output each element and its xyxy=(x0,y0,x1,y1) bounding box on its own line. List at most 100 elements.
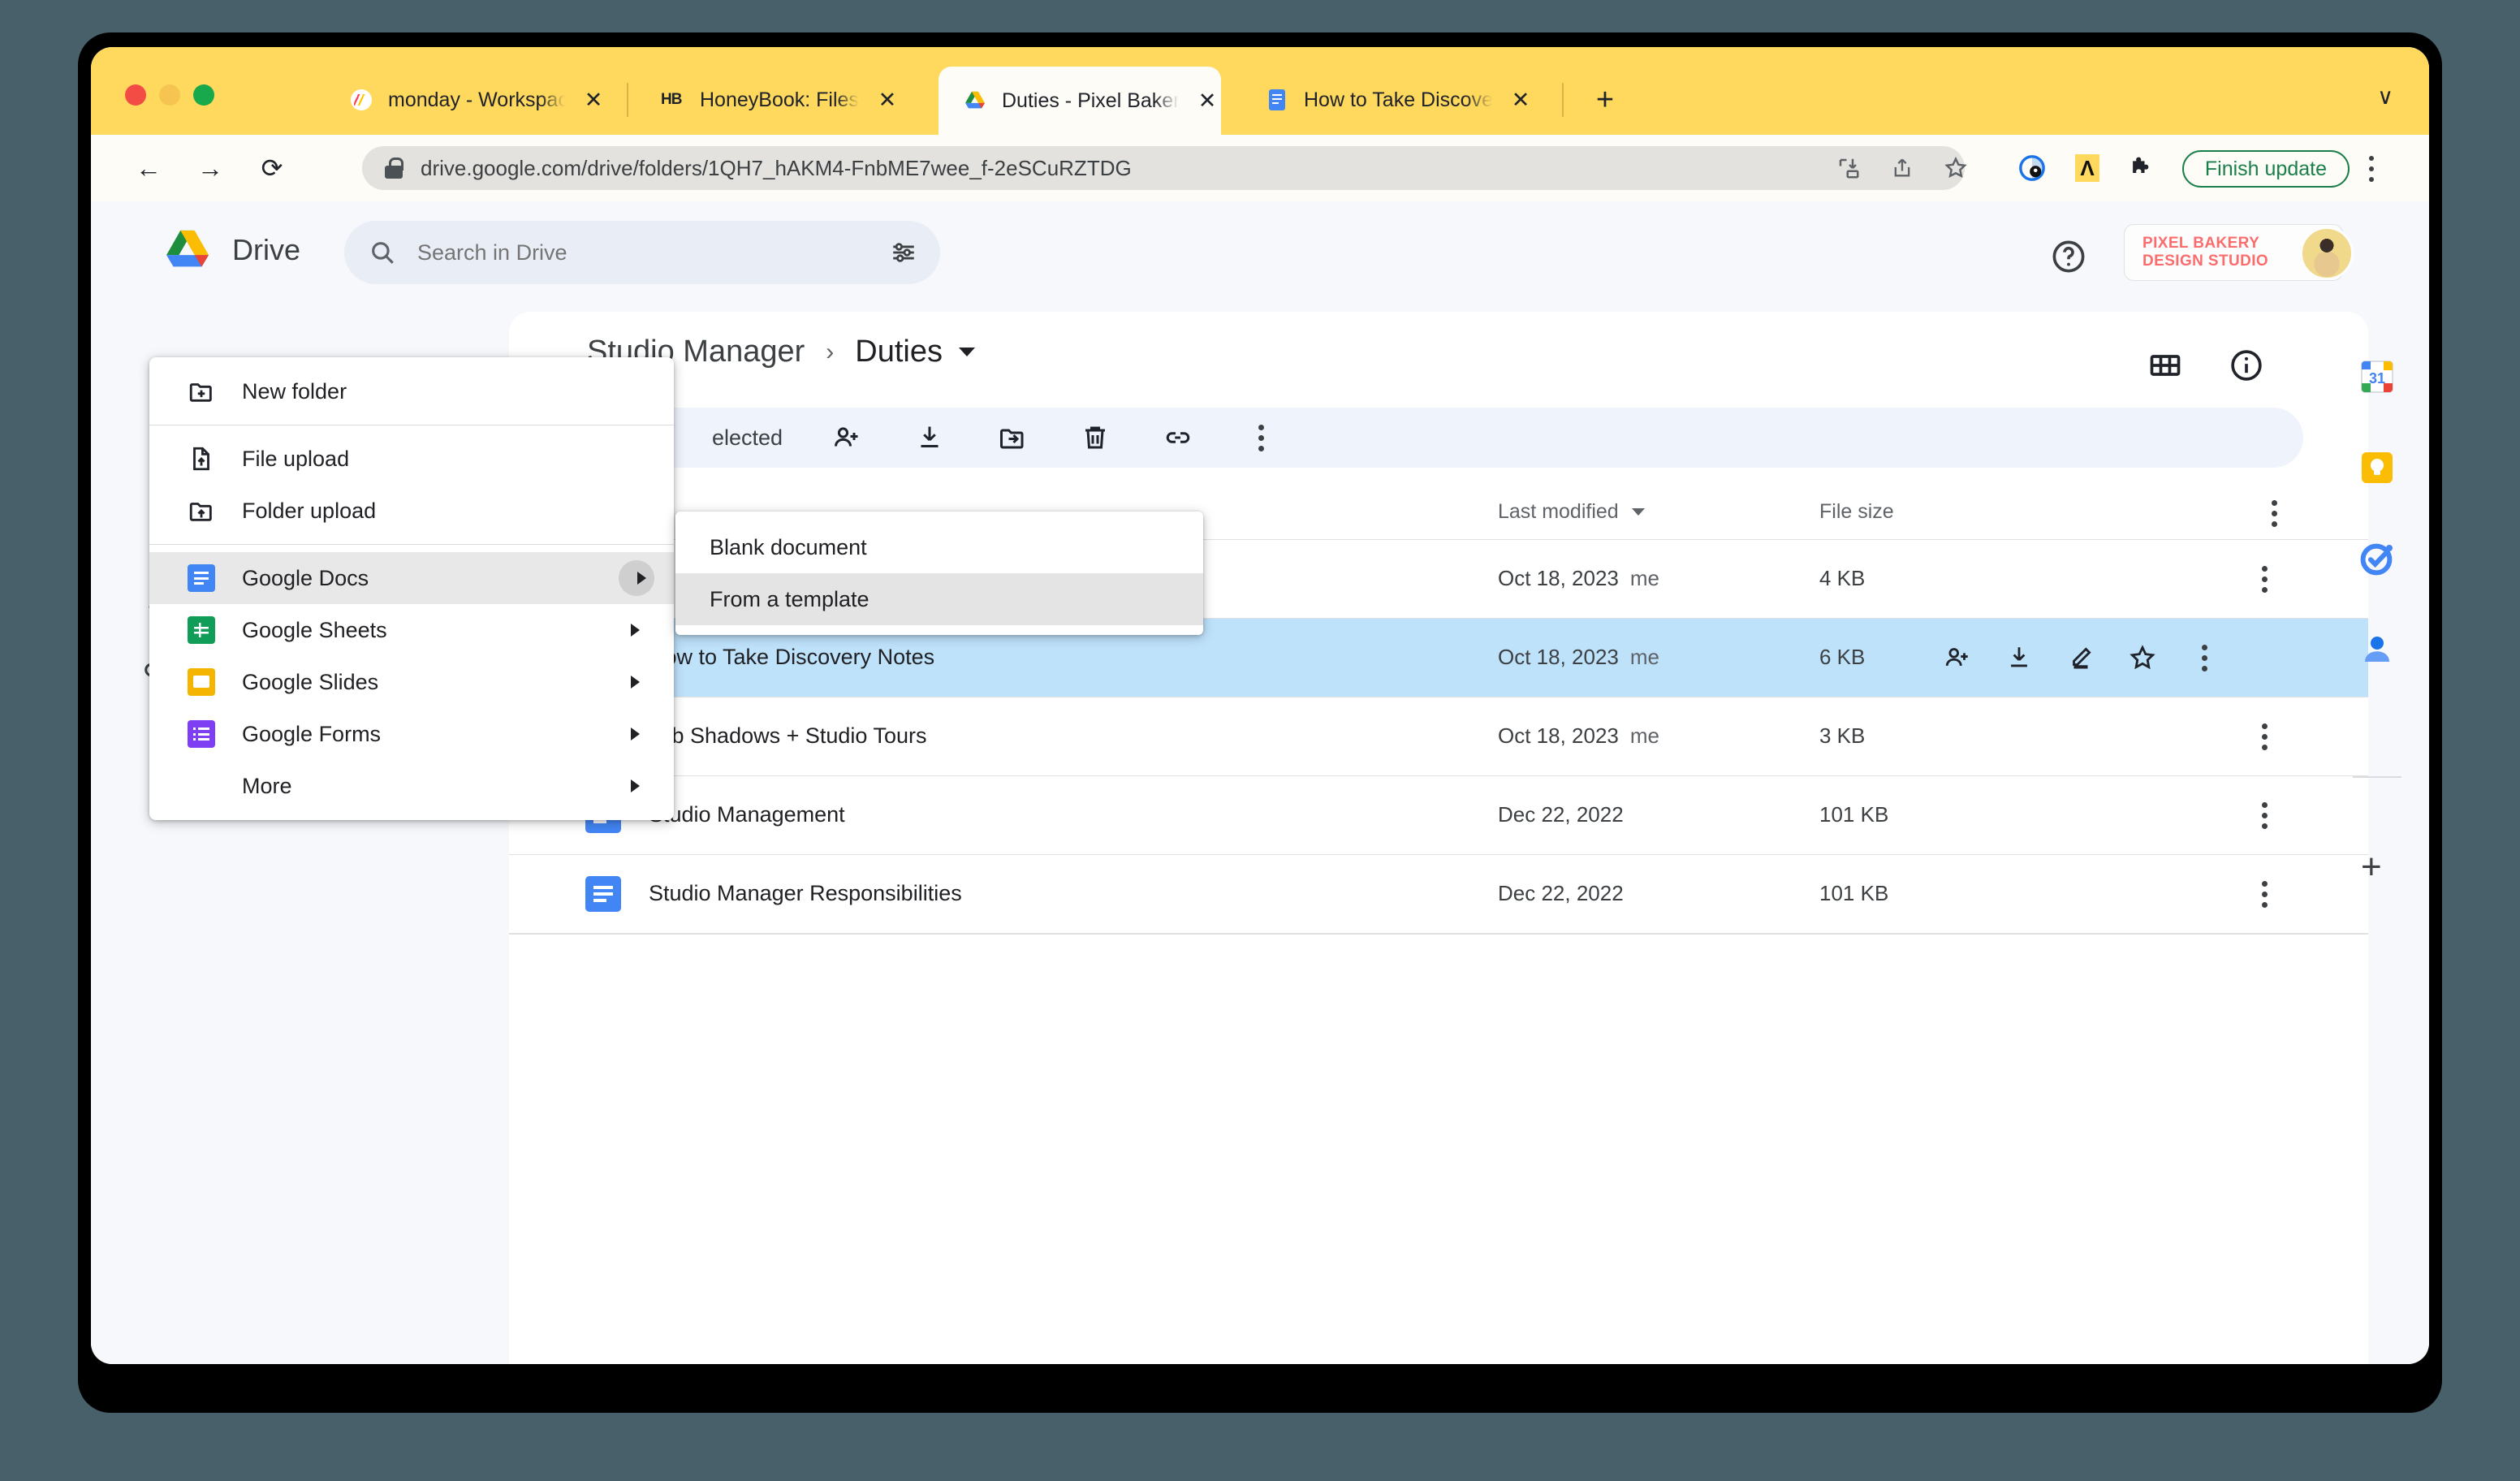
edit-pencil-icon[interactable] xyxy=(2063,640,2099,676)
close-icon[interactable]: ✕ xyxy=(1193,87,1221,114)
tab-title: Duties - Pixel Bakery - Google xyxy=(1002,89,1179,112)
window-close-button[interactable] xyxy=(125,84,146,106)
tab-list-chevron-down-icon[interactable]: ∨ xyxy=(2377,84,2393,110)
search-options-icon[interactable] xyxy=(890,239,917,266)
table-row[interactable]: Studio Manager Responsibilities Dec 22, … xyxy=(509,854,2368,933)
chevron-right-icon[interactable] xyxy=(631,624,640,637)
grid-view-icon[interactable] xyxy=(2147,348,2186,386)
close-icon[interactable]: ✕ xyxy=(874,86,901,114)
share-icon[interactable] xyxy=(1880,146,1924,190)
file-name[interactable]: How to Take Discovery Notes xyxy=(649,645,934,670)
forward-button[interactable]: → xyxy=(188,146,232,190)
file-size: 3 KB xyxy=(1819,723,1866,748)
new-item-context-menu: New folder File upload Folder upload Goo… xyxy=(149,357,674,820)
help-icon[interactable] xyxy=(2049,237,2088,276)
row-more-actions-icon[interactable] xyxy=(2186,640,2222,676)
search-bar[interactable] xyxy=(344,221,940,284)
table-row[interactable]: Studio Management Dec 22, 2022 101 KB xyxy=(509,775,2368,854)
file-name[interactable]: Job Shadows + Studio Tours xyxy=(649,723,926,749)
back-button[interactable]: ← xyxy=(127,146,170,190)
submenu-item-blank-document[interactable]: Blank document xyxy=(675,521,1203,573)
close-icon[interactable]: ✕ xyxy=(580,86,607,114)
new-tab-button[interactable]: + xyxy=(1588,83,1622,117)
menu-item-google-slides[interactable]: Google Slides xyxy=(149,656,674,708)
google-keep-icon[interactable] xyxy=(2358,448,2397,487)
row-more-actions-icon[interactable] xyxy=(2246,561,2282,597)
share-person-add-icon[interactable] xyxy=(828,419,865,456)
menu-item-google-forms[interactable]: Google Forms xyxy=(149,708,674,760)
google-drive-app: Drive PIXEL BA xyxy=(91,201,2429,1364)
file-size: 6 KB xyxy=(1819,645,1866,669)
chevron-right-icon[interactable] xyxy=(631,728,640,740)
breadcrumb-current[interactable]: Duties xyxy=(855,335,943,369)
share-person-add-icon[interactable] xyxy=(1940,640,1975,676)
browser-tab-honeybook[interactable]: HB HoneyBook: Files ✕ xyxy=(636,65,919,135)
menu-item-label: Folder upload xyxy=(242,498,377,523)
google-calendar-icon[interactable]: 31 xyxy=(2358,357,2397,396)
file-name[interactable]: Studio Manager Responsibilities xyxy=(649,881,962,906)
menu-item-new-folder[interactable]: New folder xyxy=(149,365,674,417)
chevron-down-icon[interactable] xyxy=(959,348,976,356)
window-minimize-button[interactable] xyxy=(159,84,180,106)
row-hover-actions xyxy=(1940,640,2222,676)
sort-caret-icon xyxy=(1631,508,1645,516)
menu-item-google-sheets[interactable]: Google Sheets xyxy=(149,604,674,656)
menu-item-more[interactable]: More xyxy=(149,760,674,812)
extension-a-icon[interactable]: Λ xyxy=(2067,148,2108,188)
bookmark-star-icon[interactable] xyxy=(1934,146,1978,190)
column-header-modified[interactable]: Last modified xyxy=(1498,500,1645,524)
row-more-actions-icon[interactable] xyxy=(2246,876,2282,912)
file-name[interactable]: Studio Management xyxy=(649,802,845,827)
chevron-right-icon[interactable] xyxy=(631,779,640,792)
browser-tab-duties-active[interactable]: Duties - Pixel Bakery - Google ✕ xyxy=(939,67,1221,135)
menu-item-file-upload[interactable]: File upload xyxy=(149,433,674,485)
brand-chip[interactable]: PIXEL BAKERY DESIGN STUDIO xyxy=(2124,224,2354,281)
address-bar[interactable]: drive.google.com/drive/folders/1QH7_hAKM… xyxy=(362,146,1965,190)
drive-logo[interactable]: Drive xyxy=(164,229,300,271)
download-icon[interactable] xyxy=(911,419,948,456)
puzzle-extensions-icon[interactable] xyxy=(2121,148,2161,188)
more-actions-icon[interactable] xyxy=(1242,420,1279,456)
browser-tab-strip: monday - Workspaces ✕ HB HoneyBook: File… xyxy=(91,47,2429,135)
star-icon[interactable] xyxy=(2125,640,2160,676)
add-app-button[interactable]: + xyxy=(2361,849,2382,885)
chevron-right-icon[interactable] xyxy=(631,676,640,689)
google-slides-icon xyxy=(183,664,219,700)
row-more-actions-icon[interactable] xyxy=(2246,719,2282,754)
column-header-size[interactable]: File size xyxy=(1819,500,1894,524)
download-icon[interactable] xyxy=(2001,640,2037,676)
browser-tab-monday[interactable]: monday - Workspaces ✕ xyxy=(325,65,607,135)
breadcrumb-separator: › xyxy=(826,338,835,365)
google-tasks-icon[interactable] xyxy=(2358,539,2397,578)
browser-tab-discovery-notes[interactable]: How to Take Discovery Notes ✕ xyxy=(1241,65,1534,135)
get-link-icon[interactable] xyxy=(1159,419,1197,456)
menu-item-folder-upload[interactable]: Folder upload xyxy=(149,485,674,537)
monday-icon xyxy=(349,88,373,112)
submenu-item-from-a-template[interactable]: From a template xyxy=(675,573,1203,625)
info-icon[interactable] xyxy=(2229,348,2268,386)
privacy-badger-icon[interactable] xyxy=(2012,148,2052,188)
table-more-options-icon[interactable] xyxy=(2272,495,2277,531)
row-more-actions-icon[interactable] xyxy=(2246,797,2282,833)
new-folder-icon xyxy=(183,373,219,409)
chrome-menu-icon[interactable] xyxy=(2359,151,2384,187)
install-icon[interactable] xyxy=(1827,146,1871,190)
search-input[interactable] xyxy=(417,240,890,266)
reload-button[interactable]: ⟳ xyxy=(250,146,294,190)
column-header-modified-label: Last modified xyxy=(1498,500,1619,523)
google-contacts-icon[interactable] xyxy=(2358,630,2397,669)
move-to-folder-icon[interactable] xyxy=(994,419,1031,456)
table-row[interactable]: Job Shadows + Studio Tours Oct 18, 2023 m… xyxy=(509,697,2368,775)
file-modified: Oct 18, 2023 me xyxy=(1498,645,1659,670)
menu-item-label: Google Sheets xyxy=(242,617,387,642)
close-icon[interactable]: ✕ xyxy=(1507,86,1534,114)
window-maximize-button[interactable] xyxy=(193,84,214,106)
chevron-right-icon[interactable] xyxy=(637,572,646,585)
menu-item-google-docs[interactable]: Google Docs xyxy=(149,552,674,604)
google-drive-icon xyxy=(166,230,209,267)
file-modified-date: Dec 22, 2022 xyxy=(1498,802,1624,827)
avatar[interactable] xyxy=(2300,227,2354,280)
finish-update-button[interactable]: Finish update xyxy=(2181,150,2350,188)
tab-title: How to Take Discovery Notes xyxy=(1304,88,1492,111)
trash-icon[interactable] xyxy=(1077,419,1114,456)
